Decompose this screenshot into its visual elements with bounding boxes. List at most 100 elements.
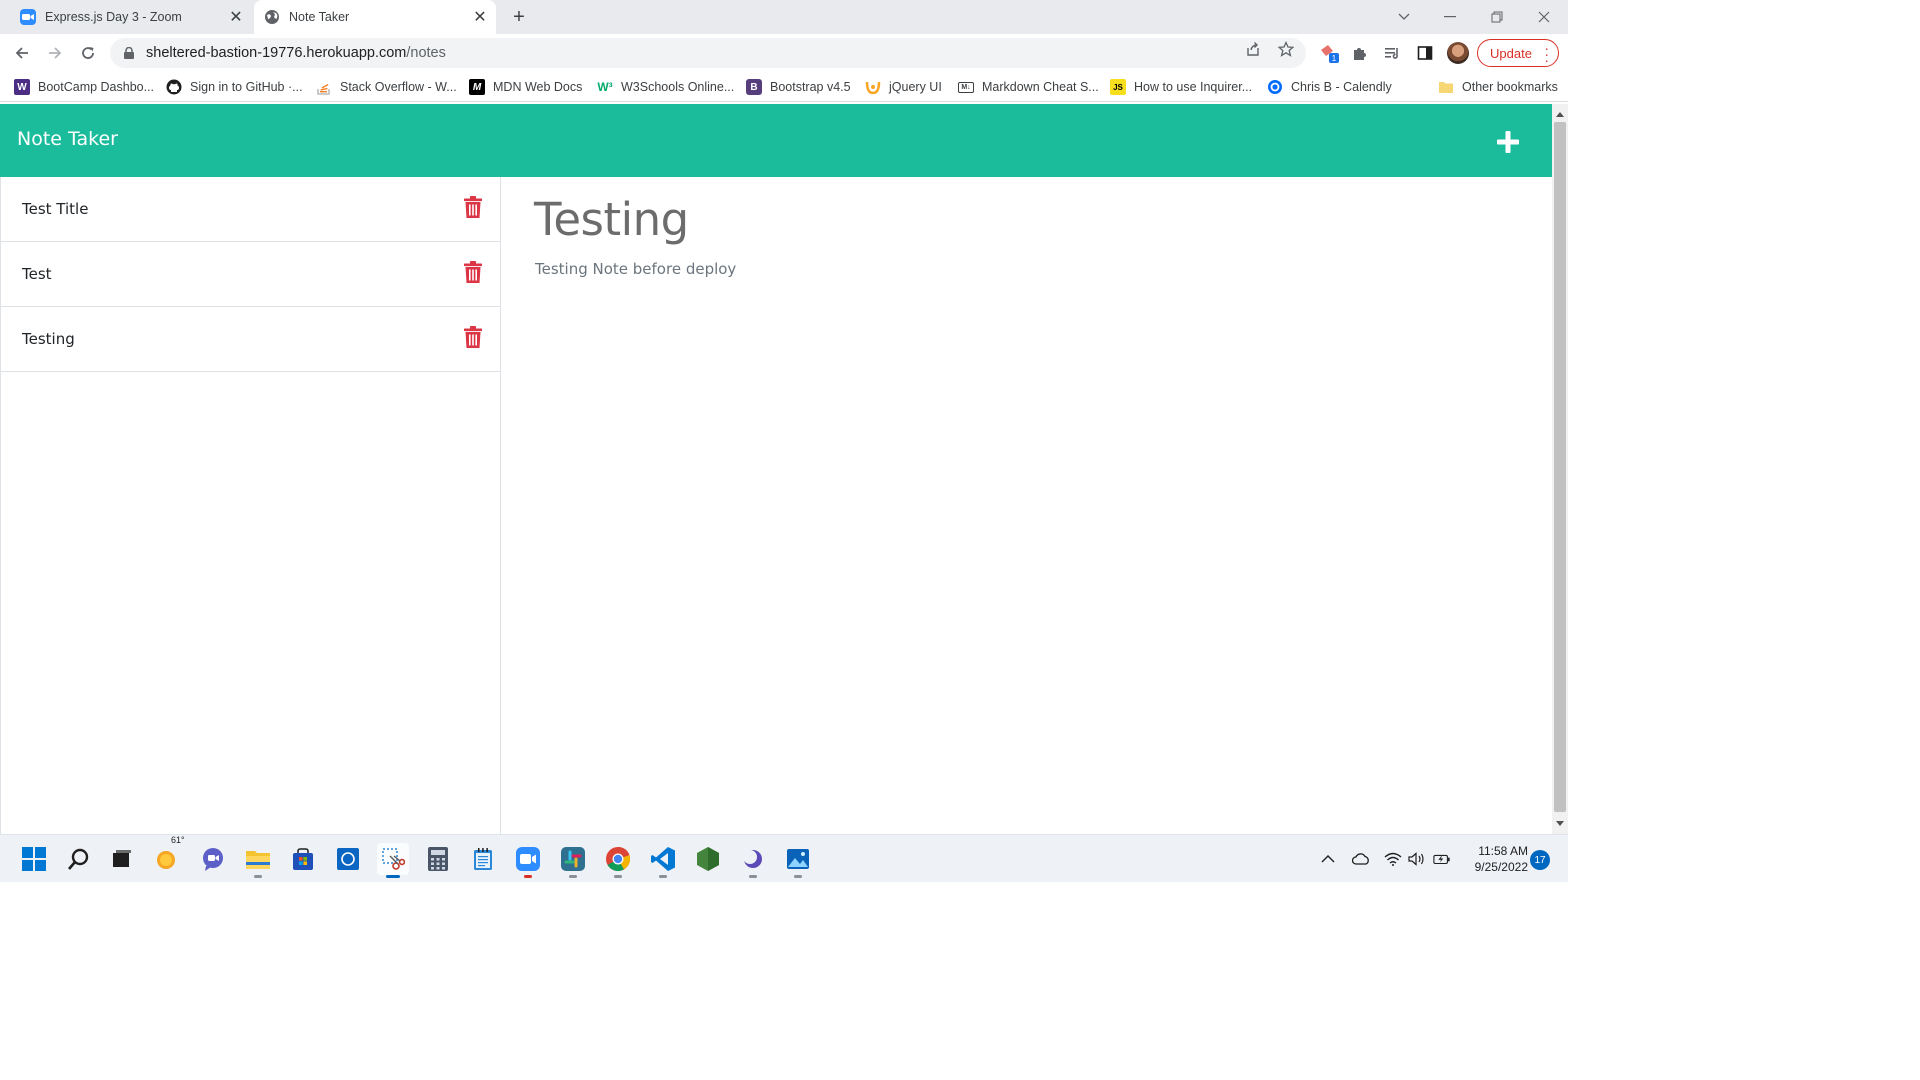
search-icon[interactable] bbox=[63, 843, 95, 875]
running-indicator bbox=[794, 875, 802, 878]
bookmark-star-icon[interactable] bbox=[1276, 39, 1296, 59]
bookmark-label: Stack Overflow - W... bbox=[340, 80, 457, 94]
side-panel-icon[interactable] bbox=[1414, 42, 1436, 64]
more-menu-icon[interactable]: · · · bbox=[1544, 41, 1549, 67]
slack-icon[interactable] bbox=[557, 843, 589, 878]
url-text: sheltered-bastion-19776.herokuapp.com/no… bbox=[146, 45, 446, 61]
lock-icon[interactable] bbox=[124, 47, 134, 59]
volume-icon[interactable] bbox=[1408, 850, 1426, 868]
calculator-icon[interactable] bbox=[422, 843, 454, 875]
trash-icon[interactable] bbox=[464, 326, 482, 348]
bookmark-jquery-ui[interactable]: jQuery UI bbox=[865, 77, 942, 97]
extensions-puzzle-icon[interactable] bbox=[1349, 42, 1371, 64]
battery-charging-icon[interactable] bbox=[1433, 850, 1451, 868]
scrollbar-thumb[interactable] bbox=[1554, 122, 1566, 812]
weather-widget-icon[interactable]: 61° bbox=[152, 835, 185, 875]
bookmark-calendly[interactable]: Chris B - Calendly bbox=[1267, 77, 1392, 97]
teams-chat-icon[interactable] bbox=[197, 843, 229, 875]
forward-icon[interactable] bbox=[44, 42, 66, 64]
bookmark-label: Markdown Cheat S... bbox=[982, 80, 1099, 94]
weather-temperature: 61° bbox=[171, 835, 185, 845]
onedrive-cloud-icon[interactable] bbox=[1352, 850, 1370, 868]
running-indicator bbox=[386, 875, 400, 878]
chrome-icon[interactable] bbox=[602, 843, 634, 878]
media-queue-icon[interactable] bbox=[1381, 42, 1403, 64]
other-bookmarks-label: Other bookmarks bbox=[1462, 80, 1558, 94]
notification-count-badge[interactable]: 17 bbox=[1530, 850, 1550, 870]
github-icon bbox=[166, 79, 182, 95]
bookmark-label: W3Schools Online... bbox=[621, 80, 735, 94]
night-app-icon[interactable] bbox=[737, 843, 769, 878]
tab-label: Note Taker bbox=[289, 10, 350, 24]
close-tab-icon[interactable]: ✕ bbox=[470, 7, 490, 27]
bookmarks-bar: W BootCamp Dashbo... Sign in to GitHub ·… bbox=[0, 72, 1568, 102]
address-bar[interactable]: sheltered-bastion-19776.herokuapp.com/no… bbox=[110, 38, 1306, 68]
vscode-icon[interactable] bbox=[647, 843, 679, 878]
bookmark-label: Bootstrap v4.5 bbox=[770, 80, 851, 94]
note-list-item[interactable]: Testing bbox=[1, 307, 500, 372]
microsoft-store-icon[interactable] bbox=[287, 843, 319, 875]
note-title: Test bbox=[22, 265, 52, 283]
browser-tab-strip: Express.js Day 3 - Zoom ✕ Note Taker ✕ + bbox=[0, 0, 1568, 34]
scroll-up-icon[interactable] bbox=[1556, 112, 1564, 117]
bookmark-markdown[interactable]: M↓ Markdown Cheat S... bbox=[958, 77, 1099, 97]
tab-zoom[interactable]: Express.js Day 3 - Zoom ✕ bbox=[10, 0, 252, 34]
note-title-input[interactable]: Testing bbox=[534, 193, 689, 246]
scroll-down-icon[interactable] bbox=[1556, 821, 1564, 826]
zoom-app-icon[interactable] bbox=[512, 843, 544, 878]
w3schools-icon: W³ bbox=[597, 80, 613, 94]
tray-overflow-chevron-icon[interactable] bbox=[1319, 850, 1337, 868]
close-tab-icon[interactable]: ✕ bbox=[226, 7, 246, 27]
file-explorer-icon[interactable] bbox=[242, 843, 274, 878]
nodejs-icon[interactable] bbox=[692, 843, 724, 875]
other-bookmarks[interactable]: Other bookmarks bbox=[1438, 77, 1558, 97]
bookmark-bootstrap[interactable]: B Bootstrap v4.5 bbox=[746, 77, 851, 97]
task-view-icon[interactable] bbox=[106, 843, 138, 875]
wifi-icon[interactable] bbox=[1384, 850, 1402, 868]
close-window-icon[interactable] bbox=[1533, 6, 1555, 28]
note-list-item[interactable]: Test Title bbox=[1, 177, 500, 242]
note-list-item[interactable]: Test bbox=[1, 242, 500, 307]
folder-icon bbox=[1438, 79, 1454, 95]
back-icon[interactable] bbox=[11, 42, 33, 64]
running-indicator bbox=[524, 875, 532, 878]
bookmark-w3schools[interactable]: W³ W3Schools Online... bbox=[597, 77, 734, 97]
bookmark-mdn[interactable]: M MDN Web Docs bbox=[469, 77, 582, 97]
restore-icon[interactable] bbox=[1486, 6, 1508, 28]
running-indicator bbox=[614, 875, 622, 878]
running-indicator bbox=[749, 875, 757, 878]
reload-icon[interactable] bbox=[77, 42, 99, 64]
update-button[interactable]: Update · · · bbox=[1477, 39, 1559, 67]
bookmark-label: Chris B - Calendly bbox=[1291, 80, 1392, 94]
svg-text:1: 1 bbox=[1332, 54, 1337, 63]
start-windows-icon[interactable] bbox=[18, 843, 50, 875]
page-scrollbar[interactable] bbox=[1552, 104, 1568, 834]
tab-note-taker[interactable]: Note Taker ✕ bbox=[254, 0, 496, 34]
new-note-plus-icon[interactable] bbox=[1494, 128, 1522, 156]
bookmark-stackoverflow[interactable]: Stack Overflow - W... bbox=[316, 77, 457, 97]
bookmark-label: MDN Web Docs bbox=[493, 80, 583, 94]
bookmark-bootcamp[interactable]: W BootCamp Dashbo... bbox=[14, 77, 154, 97]
app-navbar: Note Taker bbox=[0, 104, 1552, 177]
trash-icon[interactable] bbox=[464, 261, 482, 283]
running-indicator bbox=[659, 875, 667, 878]
app-brand[interactable]: Note Taker bbox=[17, 128, 118, 150]
extension-badge-icon[interactable]: 1 bbox=[1318, 42, 1340, 64]
share-icon[interactable] bbox=[1243, 39, 1263, 59]
dell-app-icon[interactable] bbox=[332, 843, 364, 875]
photos-icon[interactable] bbox=[782, 843, 814, 878]
profile-avatar[interactable] bbox=[1447, 42, 1469, 64]
note-text-area[interactable]: Testing Note before deploy bbox=[535, 260, 736, 278]
trash-icon[interactable] bbox=[464, 196, 482, 218]
minimize-icon[interactable] bbox=[1439, 6, 1461, 28]
snipping-tool-icon[interactable] bbox=[377, 843, 409, 878]
url-path: /notes bbox=[406, 45, 446, 61]
bookmark-inquirer[interactable]: JS How to use Inquirer... bbox=[1110, 77, 1252, 97]
bookmark-label: jQuery UI bbox=[889, 80, 942, 94]
notepad-icon[interactable] bbox=[467, 843, 499, 875]
tab-search-icon[interactable] bbox=[1393, 6, 1415, 28]
system-clock[interactable]: 11:58 AM 9/25/2022 bbox=[1458, 843, 1528, 875]
globe-icon bbox=[264, 9, 280, 25]
new-tab-button[interactable]: + bbox=[508, 6, 530, 28]
bookmark-github[interactable]: Sign in to GitHub ·... bbox=[166, 77, 303, 97]
